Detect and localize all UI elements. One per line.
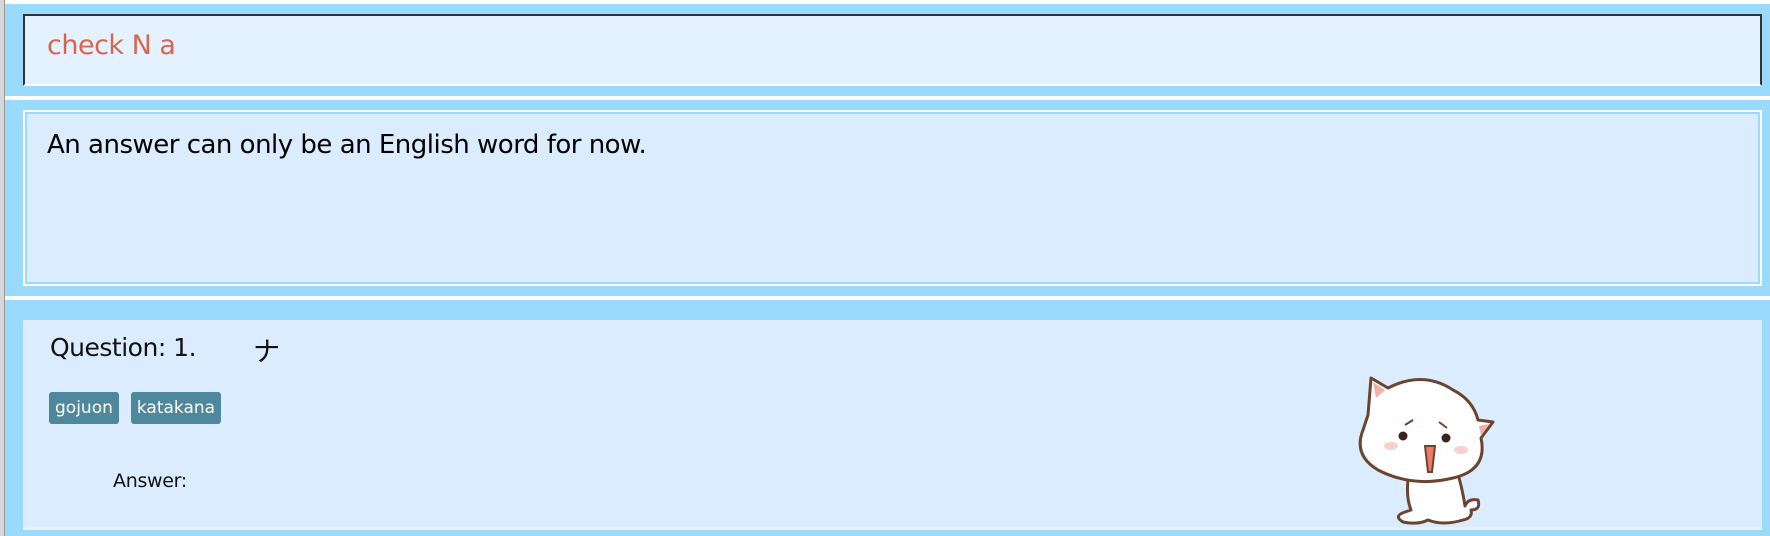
- cat-mascot-image: [1358, 376, 1495, 525]
- question-panel: Question: 1. ナ gojuon katakana Answer:: [5, 300, 1770, 536]
- input-panel: check N a: [5, 4, 1770, 96]
- question-character: ナ: [253, 337, 280, 368]
- message-panel: An answer can only be an English word fo…: [5, 100, 1770, 296]
- tag-gojuon: gojuon: [49, 392, 119, 424]
- question-card: Question: 1. ナ gojuon katakana Answer:: [23, 320, 1762, 530]
- answer-input-value: check N a: [47, 30, 176, 61]
- message-text: An answer can only be an English word fo…: [47, 130, 647, 160]
- message-box: An answer can only be an English word fo…: [23, 110, 1762, 286]
- question-label: Question: 1.: [50, 333, 197, 362]
- answer-input[interactable]: check N a: [23, 14, 1762, 86]
- answer-label: Answer:: [113, 470, 187, 492]
- tag-katakana: katakana: [130, 392, 222, 424]
- tag-list: gojuon katakana: [49, 392, 222, 424]
